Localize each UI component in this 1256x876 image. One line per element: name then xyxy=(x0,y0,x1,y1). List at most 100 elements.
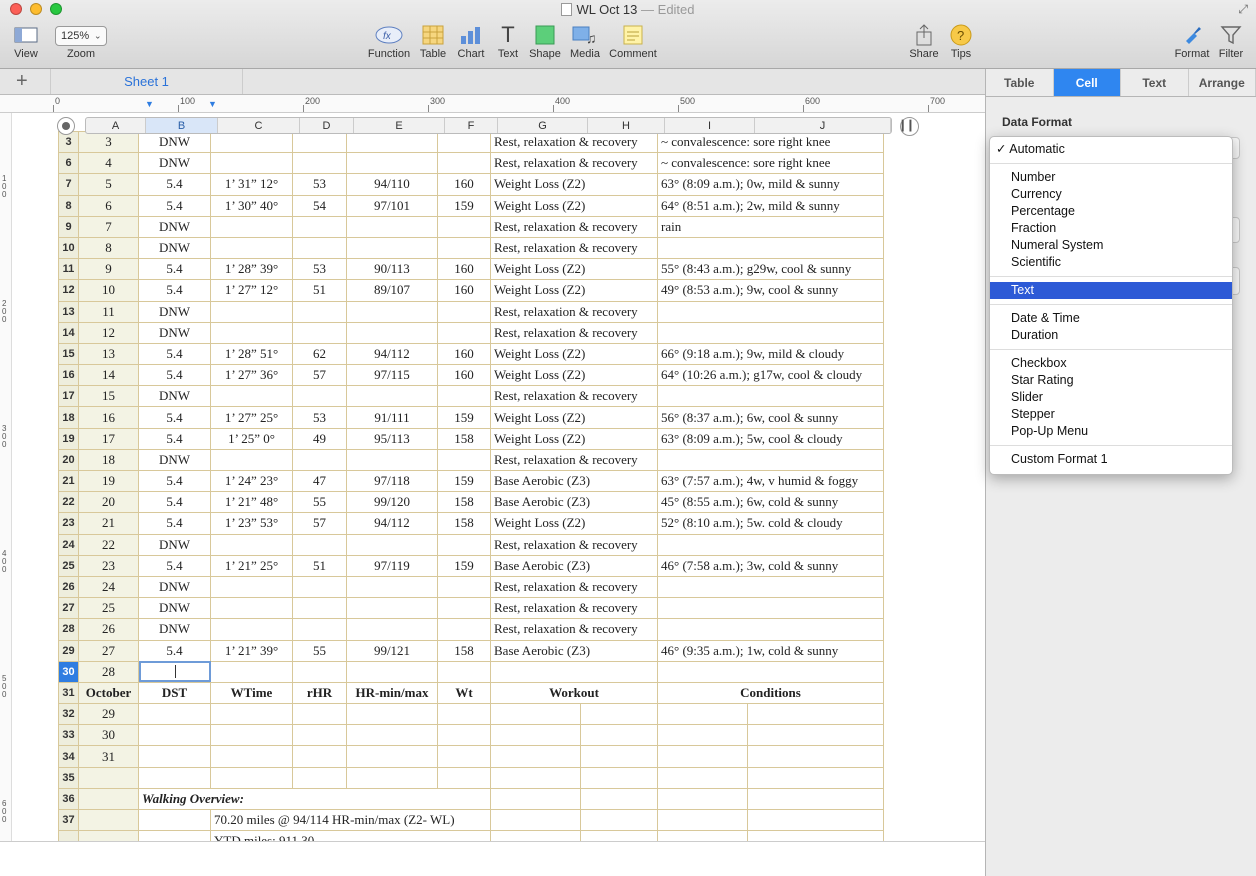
distance-cell[interactable]: DNW xyxy=(138,448,211,472)
hr-minmax-cell[interactable] xyxy=(346,660,438,683)
table-cell[interactable] xyxy=(490,787,581,811)
distance-cell[interactable]: 5.4 xyxy=(138,491,211,514)
weight-cell[interactable] xyxy=(437,448,491,472)
row-header[interactable]: 15 xyxy=(58,342,79,366)
wtime-header[interactable]: WTime xyxy=(210,681,293,705)
hr-minmax-cell[interactable] xyxy=(346,597,438,620)
table-cell[interactable] xyxy=(747,766,884,789)
walk-time-cell[interactable] xyxy=(210,321,293,344)
row-header[interactable]: 25 xyxy=(58,554,79,577)
distance-cell[interactable]: DNW xyxy=(138,575,211,599)
menu-item-checkbox[interactable]: Checkbox xyxy=(990,355,1232,372)
walk-time-cell[interactable] xyxy=(210,385,293,408)
menu-item-automatic[interactable]: ✓ Automatic xyxy=(990,141,1232,158)
day-cell[interactable]: 25 xyxy=(78,597,139,620)
row-header[interactable]: 22 xyxy=(58,491,79,514)
conditions-cell[interactable]: 64° (8:51 a.m.); 2w, mild & sunny xyxy=(657,194,884,217)
workout-cell[interactable]: Weight Loss (Z2) xyxy=(490,364,658,387)
resting-hr-cell[interactable]: 53 xyxy=(292,258,347,281)
hr-minmax-cell[interactable]: 91/111 xyxy=(346,406,438,429)
weight-cell[interactable] xyxy=(437,215,491,238)
menu-item-slider[interactable]: Slider xyxy=(990,389,1232,406)
resting-hr-cell[interactable]: 57 xyxy=(292,364,347,387)
conditions-cell[interactable] xyxy=(657,533,884,556)
distance-cell[interactable]: 5.4 xyxy=(138,639,211,662)
conditions-cell[interactable]: 66° (9:18 a.m.); 9w, mild & cloudy xyxy=(657,342,884,366)
resting-hr-cell[interactable] xyxy=(292,618,347,641)
walk-time-cell[interactable] xyxy=(210,660,293,683)
resting-hr-cell[interactable] xyxy=(292,660,347,683)
day-cell[interactable]: 8 xyxy=(78,236,139,260)
filter-button[interactable]: Filter xyxy=(1214,22,1248,60)
hr-minmax-cell[interactable]: 97/118 xyxy=(346,469,438,493)
day-cell[interactable]: 15 xyxy=(78,385,139,408)
menu-item-fraction[interactable]: Fraction xyxy=(990,220,1232,237)
function-button[interactable]: fx Function xyxy=(366,22,412,60)
table-button[interactable]: Table xyxy=(418,22,448,60)
table-move-handle[interactable] xyxy=(57,117,75,135)
media-button[interactable]: ♫ Media xyxy=(568,22,602,60)
table-cell[interactable] xyxy=(747,830,884,841)
distance-cell[interactable]: DNW xyxy=(138,236,211,260)
table-cell[interactable] xyxy=(138,724,211,747)
day-cell[interactable]: 16 xyxy=(78,406,139,429)
hr-minmax-cell[interactable]: 90/113 xyxy=(346,258,438,281)
column-header-b[interactable]: B xyxy=(146,118,218,133)
table-cell[interactable] xyxy=(292,703,347,726)
weight-cell[interactable] xyxy=(437,385,491,408)
hr-minmax-cell[interactable]: 94/112 xyxy=(346,342,438,366)
row-header[interactable]: 11 xyxy=(58,258,79,281)
resting-hr-cell[interactable]: 47 xyxy=(292,469,347,493)
walking-summary-text[interactable]: 70.20 miles @ 94/114 HR-min/max (Z2- WL) xyxy=(210,808,491,832)
row-header[interactable]: 7 xyxy=(58,173,79,196)
resting-hr-cell[interactable] xyxy=(292,130,347,154)
table-cell[interactable] xyxy=(657,830,748,841)
day-cell[interactable]: 18 xyxy=(78,448,139,472)
row-header[interactable]: 13 xyxy=(58,300,79,323)
menu-item-number[interactable]: Number xyxy=(990,169,1232,186)
distance-cell[interactable]: 5.4 xyxy=(138,512,211,535)
hr-minmax-cell[interactable] xyxy=(346,215,438,238)
day-cell[interactable]: 28 xyxy=(78,660,139,683)
distance-cell[interactable]: DNW xyxy=(138,597,211,620)
walk-time-cell[interactable] xyxy=(210,130,293,154)
day-cell[interactable]: 4 xyxy=(78,152,139,175)
walk-time-cell[interactable]: 1’ 21” 25° xyxy=(210,554,293,577)
day-cell[interactable]: 20 xyxy=(78,491,139,514)
hr-minmax-cell[interactable]: 99/120 xyxy=(346,491,438,514)
month-header[interactable]: October xyxy=(78,681,139,705)
table-cell[interactable] xyxy=(292,766,347,789)
walk-time-cell[interactable] xyxy=(210,448,293,472)
resting-hr-cell[interactable]: 54 xyxy=(292,194,347,217)
conditions-cell[interactable]: 49° (8:53 a.m.); 9w, cool & sunny xyxy=(657,279,884,302)
distance-cell[interactable]: DNW xyxy=(138,215,211,238)
row-header[interactable]: 6 xyxy=(58,152,79,175)
column-header-c[interactable]: C xyxy=(218,118,300,133)
table-cell[interactable] xyxy=(292,724,347,747)
day-cell[interactable]: 11 xyxy=(78,300,139,323)
menu-item-scientific[interactable]: Scientific xyxy=(990,254,1232,271)
row-header[interactable]: 16 xyxy=(58,364,79,387)
table-cell[interactable] xyxy=(657,745,748,768)
row-header[interactable]: 29 xyxy=(58,639,79,662)
workout-cell[interactable]: Weight Loss (Z2) xyxy=(490,279,658,302)
sheet-tab[interactable]: Sheet 1 xyxy=(50,69,243,94)
weight-cell[interactable]: 158 xyxy=(437,427,491,450)
table-cell[interactable] xyxy=(138,766,211,789)
row-header[interactable]: 28 xyxy=(58,618,79,641)
menu-item-date-time[interactable]: Date & Time xyxy=(990,310,1232,327)
day-cell[interactable]: 9 xyxy=(78,258,139,281)
table-cell[interactable] xyxy=(580,724,658,747)
table-cell[interactable] xyxy=(437,766,491,789)
workout-cell[interactable]: Rest, relaxation & recovery xyxy=(490,575,658,599)
resting-hr-cell[interactable]: 55 xyxy=(292,491,347,514)
resting-hr-cell[interactable]: 53 xyxy=(292,173,347,196)
hr-minmax-cell[interactable] xyxy=(346,575,438,599)
workout-cell[interactable]: Base Aerobic (Z3) xyxy=(490,639,658,662)
table-cell[interactable] xyxy=(580,808,658,832)
weight-cell[interactable]: 160 xyxy=(437,279,491,302)
menu-item-star-rating[interactable]: Star Rating xyxy=(990,372,1232,389)
workout-cell[interactable]: Rest, relaxation & recovery xyxy=(490,597,658,620)
table-cell[interactable] xyxy=(490,745,581,768)
menu-item-currency[interactable]: Currency xyxy=(990,186,1232,203)
